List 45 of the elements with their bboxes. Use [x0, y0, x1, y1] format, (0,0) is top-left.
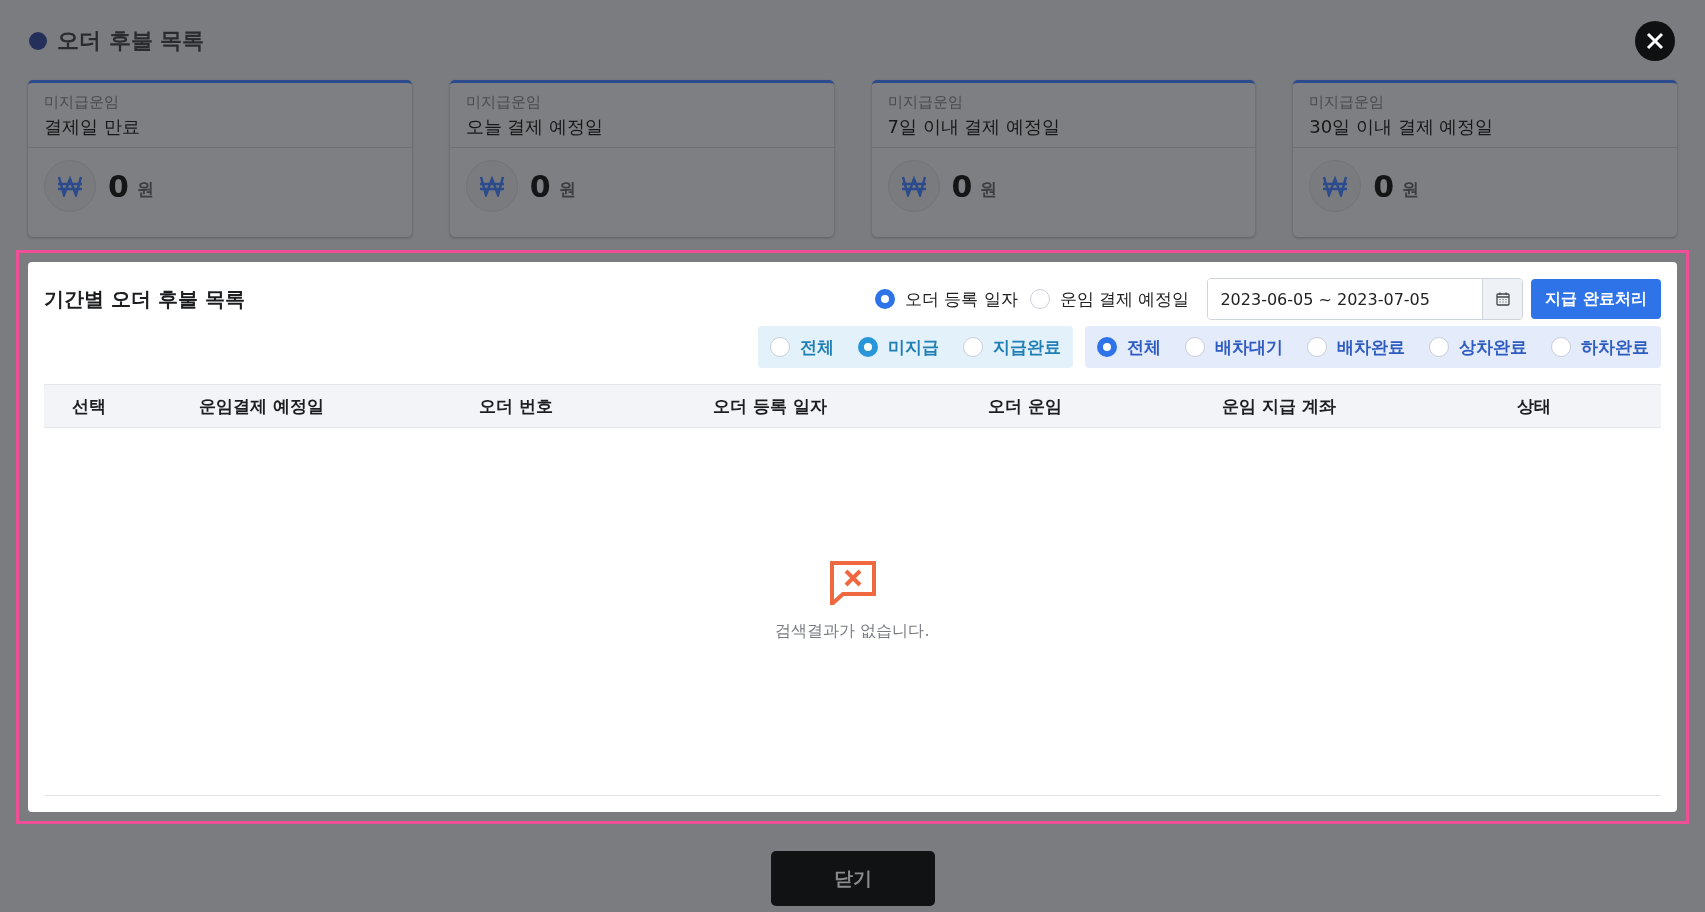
card-label: 7일 이내 결제 예정일 — [887, 115, 1062, 139]
radio-option[interactable]: 배차대기 — [1185, 335, 1283, 359]
card-label: 오늘 결제 예정일 — [465, 115, 605, 139]
radio-option[interactable]: 배차완료 — [1307, 335, 1405, 359]
bullet-dot — [29, 32, 47, 50]
amount: 0 — [108, 168, 129, 204]
won-icon — [44, 160, 96, 212]
modal-title: 오더 후불 목록 — [57, 27, 205, 55]
card-label: 30일 이내 결제 예정일 — [1309, 115, 1495, 139]
radio-option[interactable]: 상차완료 — [1429, 335, 1527, 359]
column-header: 오더 등록 일자 — [712, 394, 829, 418]
card-label: 결제일 만료 — [44, 115, 141, 139]
currency-unit: 원 — [136, 177, 154, 201]
calendar-button[interactable] — [1482, 279, 1523, 319]
amount: 0 — [1373, 168, 1395, 204]
close-icon — [1646, 32, 1664, 50]
column-header: 상태 — [1515, 394, 1552, 418]
empty-message: 검색결과가 없습니다. — [775, 621, 930, 642]
radio-option[interactable]: 전체 — [1097, 335, 1161, 359]
radio-circle[interactable] — [874, 289, 895, 309]
column-header: 운임결제 예정일 — [197, 394, 325, 418]
currency-unit: 원 — [980, 177, 998, 201]
calendar-icon — [1495, 292, 1510, 306]
currency-unit: 원 — [1402, 177, 1420, 201]
radio-circle[interactable] — [858, 337, 878, 357]
amount: 0 — [529, 168, 551, 204]
column-header: 오더 운임 — [986, 394, 1063, 418]
column-header: 운임 지급 계좌 — [1221, 394, 1338, 418]
radio-circle[interactable] — [1097, 337, 1117, 357]
radio-option[interactable]: 전체 — [770, 335, 834, 359]
radio-option[interactable]: 하차완료 — [1551, 335, 1649, 359]
radio-option[interactable]: 오더 등록 일자 — [874, 287, 1018, 311]
date-range-field[interactable]: 2023-06-05 ~ 2023-07-05 — [1207, 278, 1524, 320]
close-button[interactable] — [1635, 21, 1675, 61]
radio-option[interactable]: 지급완료 — [963, 335, 1061, 359]
column-header: 선택 — [71, 394, 107, 418]
column-header: 오더 번호 — [477, 394, 554, 418]
close-footer-button[interactable]: 닫기 — [770, 851, 935, 906]
panel-title: 기간별 오더 후불 목록 — [44, 285, 245, 313]
currency-unit: 원 — [558, 177, 576, 201]
radio-option[interactable]: 운임 결제 예정일 — [1029, 287, 1190, 311]
radio-option[interactable]: 미지급 — [858, 335, 939, 359]
amount: 0 — [951, 168, 973, 204]
no-results-icon — [829, 561, 876, 605]
complete-payment-button[interactable]: 지급 완료처리 — [1531, 279, 1661, 319]
